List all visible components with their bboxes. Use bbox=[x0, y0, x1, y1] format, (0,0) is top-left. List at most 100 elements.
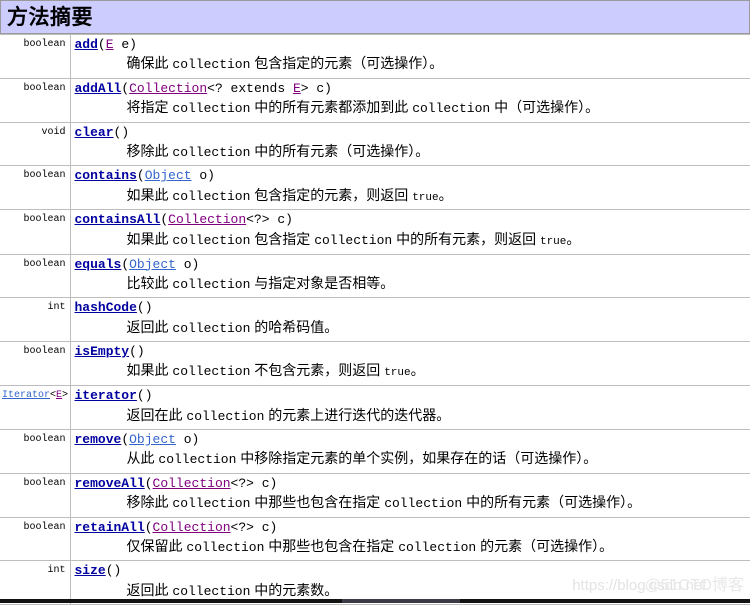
description-text: 。 bbox=[566, 230, 581, 247]
description-text: 中那些也包含在指定 bbox=[264, 537, 399, 554]
return-type-text: boolean bbox=[23, 258, 66, 270]
table-row: boolean remove(Object o) 从此 collection 中移除… bbox=[0, 429, 750, 474]
method-detail-cell: contains(Object o) 如果此 collection 包含指定的元素… bbox=[70, 165, 750, 211]
method-detail-cell: hashCode() 返回此 collection 的哈希码值。 bbox=[70, 297, 750, 343]
return-type-text: boolean bbox=[23, 170, 66, 182]
param-type-link[interactable]: Collection bbox=[153, 476, 231, 491]
return-type-text: boolean bbox=[23, 214, 66, 226]
method-name-link[interactable]: retainAll bbox=[75, 520, 145, 535]
signature-text: () bbox=[136, 300, 153, 316]
param-type-link[interactable]: Object bbox=[129, 432, 176, 447]
description-text: 返回在此 bbox=[126, 406, 187, 423]
method-description: 比较此 collection 与指定对象是否相等。 bbox=[127, 274, 747, 294]
method-signature: contains(Object o) bbox=[75, 168, 747, 184]
description-text: collection bbox=[172, 232, 251, 248]
description-text: collection bbox=[384, 496, 463, 512]
table-row: boolean removeAll(Collection<?> c) 移除此 col… bbox=[0, 472, 750, 518]
description-text: 的元素（可选操作）。 bbox=[476, 537, 614, 554]
description-text: 中（可选操作）。 bbox=[490, 99, 600, 116]
description-text: true bbox=[384, 367, 411, 380]
method-name-link[interactable]: add bbox=[75, 37, 98, 52]
param-type-link[interactable]: E bbox=[293, 81, 301, 96]
description-text: 的元素上进行迭代的迭代器。 bbox=[264, 406, 451, 423]
method-name-link[interactable]: isEmpty bbox=[75, 344, 130, 359]
description-text: 中的所有元素（可选操作）。 bbox=[250, 142, 430, 159]
return-type-cell: boolean bbox=[0, 516, 71, 562]
description-text: 包含指定的元素，则返回 bbox=[250, 186, 413, 203]
description-text: 中的所有元素都添加到此 bbox=[250, 99, 413, 116]
signature-text: o) bbox=[175, 432, 200, 448]
description-text: 的哈希码值。 bbox=[250, 318, 339, 335]
description-text: collection bbox=[172, 583, 251, 599]
method-description: 确保此 collection 包含指定的元素（可选操作）。 bbox=[127, 54, 747, 74]
method-signature: remove(Object o) bbox=[75, 432, 747, 448]
signature-text: o) bbox=[175, 256, 200, 272]
description-text: true bbox=[412, 191, 439, 204]
description-text: collection bbox=[398, 539, 477, 555]
method-detail-cell: add(E e) 确保此 collection 包含指定的元素（可选操作）。 bbox=[70, 34, 750, 79]
table-row: boolean isEmpty() 如果此 collection 不包含元素，则返回… bbox=[0, 341, 750, 387]
method-name-link[interactable]: contains bbox=[75, 168, 137, 183]
method-name-link[interactable]: equals bbox=[75, 257, 122, 272]
signature-text: ( bbox=[160, 212, 169, 228]
method-detail-cell: addAll(Collection<? extends E> c) 将指定 col… bbox=[70, 77, 750, 123]
method-description: 移除此 collection 中那些也包含在指定 collection 中的所有… bbox=[127, 493, 747, 513]
method-name-link[interactable]: addAll bbox=[75, 81, 122, 96]
return-type-text: int bbox=[47, 565, 66, 577]
method-description: 移除此 collection 中的所有元素（可选操作）。 bbox=[127, 142, 747, 162]
description-text: collection bbox=[172, 101, 251, 117]
method-signature: clear() bbox=[75, 125, 747, 141]
method-signature: containsAll(Collection<?> c) bbox=[75, 212, 747, 228]
description-text: collection bbox=[172, 188, 251, 204]
signature-text: ( bbox=[97, 37, 106, 52]
description-text: collection bbox=[412, 101, 491, 117]
return-type-text: void bbox=[41, 126, 66, 138]
table-row: boolean contains(Object o) 如果此 collection … bbox=[0, 165, 750, 211]
page-bottom-notch bbox=[342, 599, 460, 603]
method-signature: removeAll(Collection<?> c) bbox=[75, 476, 747, 492]
method-name-link[interactable]: size bbox=[75, 563, 106, 578]
param-type-link[interactable]: Object bbox=[129, 257, 176, 272]
param-type-link[interactable]: Object bbox=[145, 168, 192, 183]
return-type-cell: boolean bbox=[0, 34, 71, 79]
method-signature: isEmpty() bbox=[75, 344, 747, 360]
table-row: boolean add(E e) 确保此 collection 包含指定的元素（可选… bbox=[0, 34, 750, 79]
return-type-text: boolean bbox=[23, 82, 66, 94]
method-signature: hashCode() bbox=[75, 300, 747, 316]
return-type-text: boolean bbox=[23, 521, 66, 533]
description-text: 如果此 bbox=[126, 230, 173, 247]
return-type-cell: boolean bbox=[0, 77, 71, 123]
method-name-link[interactable]: removeAll bbox=[75, 476, 145, 491]
method-description: 如果此 collection 包含指定的元素，则返回 true。 bbox=[127, 186, 747, 206]
table-row: void clear() 移除此 collection 中的所有元素（可选操作）。 bbox=[0, 121, 750, 167]
return-type-text: boolean bbox=[23, 477, 66, 489]
description-text: 中的所有元素（可选操作）。 bbox=[462, 494, 642, 511]
param-type-link[interactable]: Collection bbox=[129, 81, 207, 96]
description-text: collection bbox=[172, 144, 251, 160]
signature-text: ( bbox=[144, 475, 153, 491]
signature-text: <?> c) bbox=[230, 475, 278, 491]
signature-text: ( bbox=[121, 80, 130, 96]
method-name-link[interactable]: clear bbox=[75, 125, 114, 140]
description-text: 如果此 bbox=[126, 362, 173, 379]
method-name-link[interactable]: hashCode bbox=[75, 300, 137, 315]
description-text: 比较此 bbox=[126, 274, 173, 291]
signature-text: ( bbox=[121, 432, 130, 448]
method-name-link[interactable]: containsAll bbox=[75, 212, 161, 227]
method-signature: iterator() bbox=[75, 388, 747, 404]
method-name-link[interactable]: remove bbox=[75, 432, 122, 447]
param-type-link[interactable]: Collection bbox=[168, 212, 246, 227]
method-detail-cell: equals(Object o) 比较此 collection 与指定对象是否相等… bbox=[70, 253, 750, 299]
method-description: 返回此 collection 中的元素数。 bbox=[127, 581, 747, 601]
description-text: collection bbox=[172, 320, 251, 336]
signature-text: () bbox=[136, 388, 153, 404]
param-type-link[interactable]: Collection bbox=[153, 520, 231, 535]
description-text: collection bbox=[186, 539, 265, 555]
method-name-link[interactable]: iterator bbox=[75, 388, 137, 403]
signature-text: ( bbox=[144, 519, 153, 535]
signature-text: o) bbox=[191, 168, 215, 184]
description-text: 将指定 bbox=[126, 99, 173, 116]
return-type-link[interactable]: Iterator bbox=[2, 390, 50, 401]
param-type-link[interactable]: E bbox=[106, 37, 114, 52]
signature-text: () bbox=[113, 124, 130, 140]
